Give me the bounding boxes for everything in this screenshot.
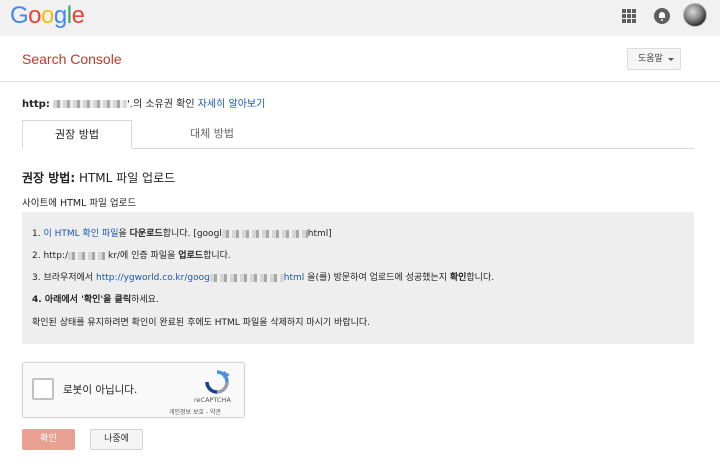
- link-text: http://ygworld.co.kr/goog: [96, 273, 210, 283]
- step-text: html]: [307, 229, 332, 239]
- step-text: 합니다. [googl: [162, 229, 222, 239]
- method-title-bold: 권장 방법:: [22, 171, 76, 185]
- step-text: kr/에 인증 파일을: [108, 251, 179, 261]
- step-text: 을: [118, 229, 130, 239]
- verify-url-link[interactable]: http://ygworld.co.kr/goog html: [96, 273, 304, 283]
- step-text: 3. 브라우저에서: [32, 273, 96, 283]
- recaptcha-brand: reCAPTCHA: [194, 396, 231, 404]
- ownership-text: '.의 소유권 확인: [127, 99, 195, 110]
- step-text: 을(를) 방문하여 업로드에 성공했는지: [304, 273, 450, 283]
- steps-box: 1. 이 HTML 확인 파일을 다운로드합니다. [googl html] 2.…: [22, 212, 694, 344]
- search-console-header: Search Console 도움말: [0, 36, 720, 82]
- step-bold: 4. 아래에서 '확인'을 클릭: [32, 295, 132, 305]
- redacted-url: [53, 100, 128, 108]
- logo-letter: o: [28, 2, 42, 29]
- step-2: 2. http:/ kr/에 인증 파일을 업로드합니다.: [32, 248, 231, 261]
- recaptcha-icon: [205, 370, 230, 394]
- method-subtitle: 사이트에 HTML 파일 업로드: [22, 198, 137, 209]
- step-bold: 확인: [449, 273, 467, 283]
- account-avatar[interactable]: [683, 3, 707, 27]
- help-label: 도움말: [638, 54, 663, 64]
- method-title-rest: HTML 파일 업로드: [75, 171, 176, 185]
- redacted-filename: [209, 273, 284, 282]
- later-button[interactable]: 나중에: [90, 429, 143, 450]
- method-title: 권장 방법: HTML 파일 업로드: [22, 169, 175, 186]
- redacted-filename: [221, 229, 308, 238]
- tab-recommended[interactable]: 권장 방법: [22, 120, 132, 149]
- logo-letter: g: [53, 2, 67, 29]
- step-note: 확인된 상태를 유지하려면 확인이 완료된 후에도 HTML 파일을 삭제하지 …: [32, 318, 371, 328]
- app-title: Search Console: [22, 51, 122, 67]
- logo-letter: e: [71, 2, 85, 29]
- step-text: 합니다.: [466, 273, 495, 283]
- google-topbar: Google: [0, 0, 720, 36]
- step-text: 2. http:/: [32, 251, 68, 261]
- step-text: 하세요.: [131, 295, 159, 305]
- method-tabs: 권장 방법 대체 방법: [22, 120, 694, 149]
- notifications-icon[interactable]: [654, 8, 670, 24]
- redacted-url: [68, 251, 108, 260]
- ownership-line: http: '.의 소유권 확인 자세히 알아보기: [22, 95, 265, 110]
- google-logo[interactable]: Google: [10, 2, 85, 30]
- link-text: html: [283, 273, 305, 283]
- step-3: 3. 브라우저에서 http://ygworld.co.kr/goog html …: [32, 270, 494, 283]
- learn-more-link[interactable]: 자세히 알아보기: [198, 99, 266, 110]
- logo-letter: o: [41, 2, 54, 29]
- apps-grid-icon[interactable]: [622, 9, 636, 23]
- step-bold: 업로드: [178, 251, 204, 261]
- tab-alternative[interactable]: 대체 방법: [157, 120, 267, 149]
- recaptcha-privacy-terms[interactable]: 개인정보 보호 - 약관: [169, 407, 221, 416]
- step-text: 합니다.: [203, 251, 231, 261]
- confirm-button[interactable]: 확인: [22, 429, 75, 450]
- recaptcha-widget: 로봇이 아닙니다. reCAPTCHA 개인정보 보호 - 약관: [22, 362, 245, 418]
- step-4: 4. 아래에서 '확인'을 클릭하세요.: [32, 292, 159, 305]
- step-bold: 다운로드: [129, 229, 163, 239]
- logo-letter: G: [10, 2, 29, 29]
- step-number: 1.: [32, 229, 44, 239]
- site-prefix: http:: [22, 99, 50, 110]
- chevron-down-icon: [668, 58, 674, 61]
- step-1: 1. 이 HTML 확인 파일을 다운로드합니다. [googl html]: [32, 226, 332, 239]
- recaptcha-label: 로봇이 아닙니다.: [63, 384, 138, 396]
- download-file-link[interactable]: 이 HTML 확인 파일: [43, 229, 118, 239]
- help-dropdown-button[interactable]: 도움말: [627, 48, 681, 70]
- recaptcha-checkbox[interactable]: [32, 378, 54, 400]
